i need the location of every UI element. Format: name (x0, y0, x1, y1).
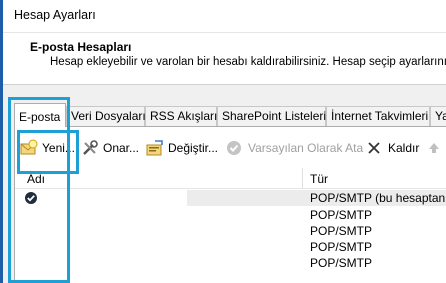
account-type: POP/SMTP (310, 240, 373, 254)
window-title: Hesap Ayarları (14, 8, 96, 22)
table-row[interactable]: POP/SMTP (15, 239, 446, 255)
move-up-button[interactable] (427, 138, 443, 158)
table-row[interactable]: POP/SMTP (15, 207, 446, 223)
section-description: Hesap ekleyebilir ve varolan bir hesabı … (50, 56, 446, 68)
change-button-label: Değiştir... (168, 141, 219, 155)
set-default-button[interactable]: Varsayılan Olarak Ata (226, 138, 364, 158)
table-row[interactable]: POP/SMTP (15, 255, 446, 271)
remove-button[interactable]: Kaldır (366, 138, 420, 158)
tab-published-calendars[interactable]: Ya (430, 106, 446, 126)
repair-button[interactable]: Onar... (81, 138, 139, 158)
set-default-button-label: Varsayılan Olarak Ata (248, 141, 364, 155)
repair-button-label: Onar... (103, 141, 140, 155)
new-button-highlight (17, 130, 79, 174)
remove-button-label: Kaldır (388, 141, 420, 155)
account-type: POP/SMTP (bu hesaptan va (310, 191, 446, 205)
tab-email[interactable]: E-posta (14, 103, 66, 127)
change-button[interactable]: Değiştir... (146, 138, 220, 158)
account-type: POP/SMTP (310, 256, 373, 270)
title-bar: Hesap Ayarları (3, 0, 446, 32)
account-type: POP/SMTP (310, 224, 373, 238)
header-panel: E-posta Hesapları Hesap ekleyebilir ve v… (3, 33, 446, 84)
table-header-line (15, 188, 446, 189)
tab-sharepoint-lists[interactable]: SharePoint Listeleri (217, 106, 326, 126)
column-separator[interactable] (302, 168, 303, 188)
section-title: E-posta Hesapları (30, 40, 132, 54)
table-row[interactable]: POP/SMTP (bu hesaptan va (15, 190, 446, 206)
repair-tools-icon (81, 139, 99, 157)
tab-internet-calendars[interactable]: İnternet Takvimleri (326, 106, 430, 126)
tab-rss-feeds[interactable]: RSS Akışları (145, 106, 217, 126)
tab-data-files[interactable]: Veri Dosyaları (66, 106, 146, 126)
arrow-up-icon (427, 139, 445, 157)
column-header-type[interactable]: Tür (310, 170, 328, 188)
check-circle-icon (226, 139, 244, 157)
tab-strip: E-posta Veri Dosyaları RSS Akışları Shar… (14, 103, 446, 127)
table-row[interactable]: POP/SMTP (15, 223, 446, 239)
account-type: POP/SMTP (310, 208, 373, 222)
close-icon (366, 139, 384, 157)
change-account-icon (146, 139, 164, 157)
